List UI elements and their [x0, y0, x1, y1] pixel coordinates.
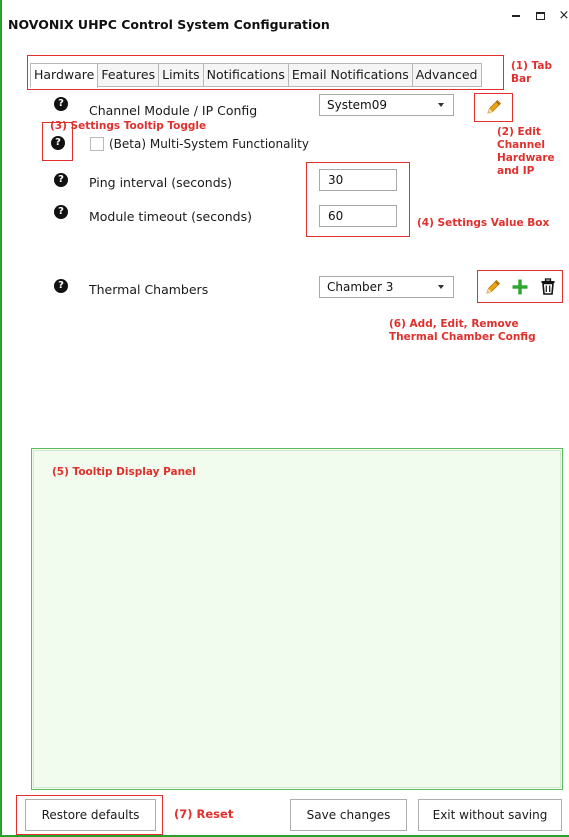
help-icon[interactable]: ? — [51, 136, 65, 150]
channel-module-select[interactable]: System09 — [319, 94, 454, 116]
tab-features[interactable]: Features — [98, 63, 160, 87]
annotation-thermal-config-line: (6) Add, Edit, Remove — [389, 318, 519, 330]
minimize-button[interactable] — [506, 6, 526, 26]
help-icon[interactable]: ? — [54, 205, 68, 219]
annotation-edit-channel: (2) Edit Channel Hardware and IP — [497, 126, 555, 178]
annotation-edit-channel-line: (2) Edit — [497, 126, 541, 138]
restore-defaults-button[interactable]: Restore defaults — [25, 799, 156, 831]
maximize-button[interactable] — [530, 6, 550, 26]
maximize-icon — [535, 11, 545, 20]
thermal-chambers-label: Thermal Chambers — [89, 282, 209, 297]
tab-limits[interactable]: Limits — [159, 63, 204, 87]
edit-thermal-chamber-button[interactable] — [483, 277, 503, 297]
annotation-tab-bar: (1) Tab Bar — [511, 60, 552, 85]
window-border-left — [0, 0, 2, 837]
multi-system-checkbox[interactable] — [90, 137, 104, 151]
window-title: NOVONIX UHPC Control System Configuratio… — [8, 17, 330, 32]
chevron-down-icon — [438, 103, 444, 107]
pencil-icon — [486, 279, 501, 294]
annotation-thermal-config: (6) Add, Edit, Remove Thermal Chamber Co… — [389, 318, 536, 344]
chevron-down-icon — [438, 285, 444, 289]
trash-icon — [541, 278, 555, 295]
pencil-icon — [487, 99, 502, 114]
channel-module-selected: System09 — [327, 98, 388, 112]
thermal-chambers-select[interactable]: Chamber 3 — [319, 276, 454, 298]
ping-interval-label: Ping interval (seconds) — [89, 175, 233, 190]
tab-hardware[interactable]: Hardware — [30, 63, 99, 88]
thermal-chambers-selected: Chamber 3 — [327, 280, 394, 294]
tab-bar: Hardware Features Limits Notifications E… — [30, 63, 482, 88]
close-button[interactable]: × — [554, 6, 569, 26]
tab-email-notifications[interactable]: Email Notifications — [288, 63, 413, 87]
annotation-box-value-box — [306, 162, 410, 237]
help-icon[interactable]: ? — [54, 279, 68, 293]
edit-channel-button[interactable] — [484, 97, 504, 117]
annotation-edit-channel-line: Hardware — [497, 152, 555, 164]
save-changes-button[interactable]: Save changes — [290, 799, 407, 831]
help-icon[interactable]: ? — [54, 173, 68, 187]
annotation-edit-channel-line: and IP — [497, 165, 535, 177]
config-window: NOVONIX UHPC Control System Configuratio… — [0, 0, 569, 837]
annotation-value-box: (4) Settings Value Box — [417, 217, 550, 229]
annotation-tooltip-panel: (5) Tooltip Display Panel — [52, 466, 196, 478]
annotation-edit-channel-line: Channel — [497, 139, 545, 151]
tooltip-display-panel: (5) Tooltip Display Panel — [31, 448, 563, 790]
annotation-reset: (7) Reset — [174, 807, 234, 821]
minimize-icon — [512, 14, 520, 17]
add-thermal-chamber-button[interactable] — [510, 277, 530, 297]
exit-without-saving-button[interactable]: Exit without saving — [418, 799, 562, 831]
tab-notifications[interactable]: Notifications — [203, 63, 289, 87]
remove-thermal-chamber-button[interactable] — [538, 277, 558, 297]
plus-icon — [512, 279, 528, 295]
annotation-thermal-config-line: Thermal Chamber Config — [389, 331, 536, 343]
annotation-tooltip-toggle: (3) Settings Tooltip Toggle — [50, 120, 207, 132]
channel-module-label: Channel Module / IP Config — [89, 103, 258, 118]
help-icon[interactable]: ? — [54, 97, 68, 111]
multi-system-label: (Beta) Multi-System Functionality — [109, 137, 309, 151]
title-bar: NOVONIX UHPC Control System Configuratio… — [2, 0, 569, 46]
module-timeout-label: Module timeout (seconds) — [89, 209, 252, 224]
tab-advanced[interactable]: Advanced — [412, 63, 482, 87]
